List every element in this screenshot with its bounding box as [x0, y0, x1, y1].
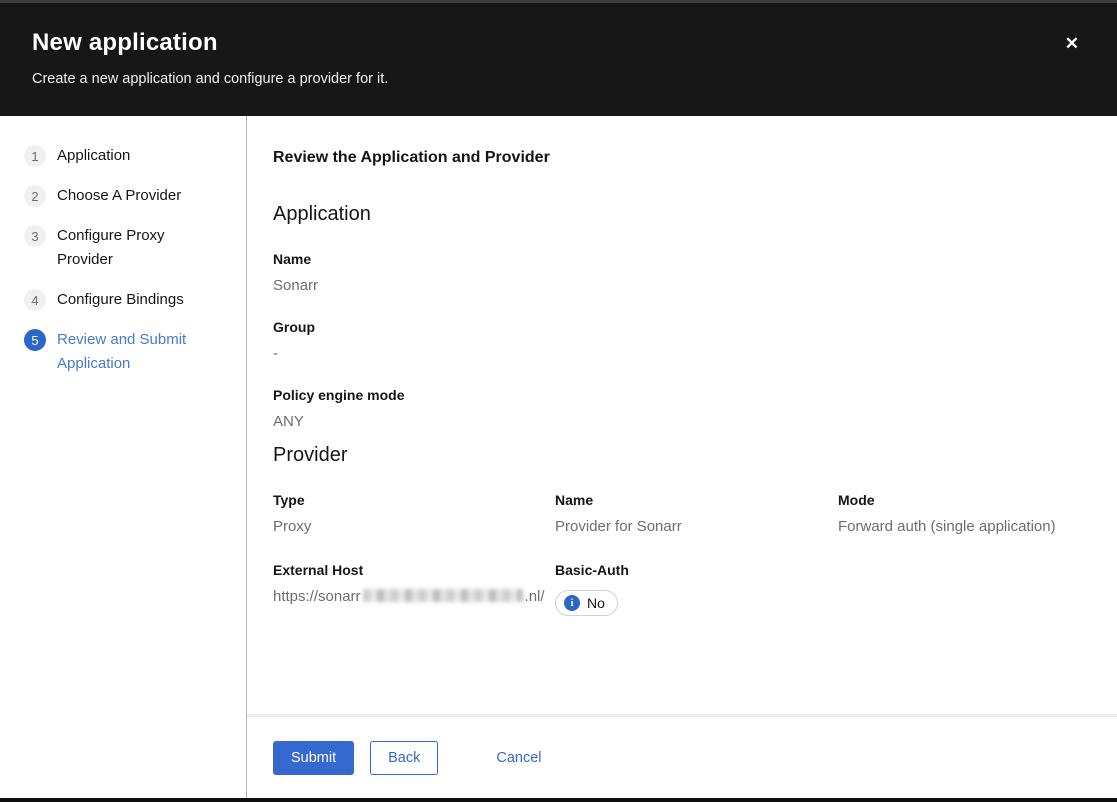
field-value: Provider for Sonarr: [555, 518, 838, 535]
submit-button[interactable]: Submit: [273, 741, 354, 775]
modal-bottom-edge: [0, 798, 1117, 802]
info-icon: i: [564, 595, 580, 611]
field-value: ANY: [273, 413, 1087, 430]
field-external-host: External Host https://sonarr .nl/: [273, 562, 555, 616]
field-label: External Host: [273, 562, 555, 578]
field-label: Name: [273, 251, 1087, 267]
field-application-name: Name Sonarr: [273, 251, 1087, 294]
basic-auth-status-badge: i No: [555, 590, 618, 616]
step-number-badge: 3: [24, 225, 46, 247]
step-label: Application: [57, 144, 130, 168]
back-button[interactable]: Back: [370, 741, 438, 775]
field-basic-auth: Basic-Auth i No: [555, 562, 838, 616]
step-number-badge: 2: [24, 185, 46, 207]
field-label: Group: [273, 319, 1087, 335]
provider-fields-grid: Type Proxy Name Provider for Sonarr Mode…: [273, 492, 1087, 616]
badge-text: No: [587, 595, 605, 611]
cancel-button[interactable]: Cancel: [486, 742, 551, 774]
external-host-suffix: .nl/: [525, 588, 545, 605]
step-configure-bindings[interactable]: 4 Configure Bindings: [24, 288, 228, 312]
field-application-group: Group -: [273, 319, 1087, 362]
modal-header: New application Create a new application…: [0, 3, 1117, 116]
modal-body: 1 Application 2 Choose A Provider 3 Conf…: [0, 116, 1117, 798]
step-label: Choose A Provider: [57, 184, 181, 208]
step-number-badge: 5: [24, 329, 46, 351]
grid-spacer: [838, 562, 1087, 616]
wizard-steps-sidebar: 1 Application 2 Choose A Provider 3 Conf…: [0, 116, 247, 798]
step-configure-proxy-provider[interactable]: 3 Configure Proxy Provider: [24, 224, 228, 272]
content-column: Review the Application and Provider Appl…: [247, 116, 1117, 798]
field-provider-name: Name Provider for Sonarr: [555, 492, 838, 535]
step-number-badge: 4: [24, 289, 46, 311]
new-application-modal: New application Create a new application…: [0, 0, 1117, 802]
modal-subtitle: Create a new application and configure a…: [32, 71, 1085, 87]
field-label: Mode: [838, 492, 1087, 508]
external-host-value: https://sonarr .nl/: [273, 588, 555, 605]
step-label: Review and Submit Application: [57, 328, 199, 376]
close-icon[interactable]: ✕: [1063, 33, 1081, 54]
field-value: Forward auth (single application): [838, 518, 1087, 535]
review-panel: Review the Application and Provider Appl…: [247, 116, 1117, 714]
step-choose-a-provider[interactable]: 2 Choose A Provider: [24, 184, 228, 208]
field-value: Sonarr: [273, 277, 1087, 294]
modal-title: New application: [32, 29, 1085, 57]
step-review-and-submit[interactable]: 5 Review and Submit Application: [24, 328, 228, 376]
field-provider-type: Type Proxy: [273, 492, 555, 535]
provider-section-title: Provider: [273, 444, 1087, 467]
step-label: Configure Bindings: [57, 288, 184, 312]
field-label: Name: [555, 492, 838, 508]
wizard-steps-list: 1 Application 2 Choose A Provider 3 Conf…: [24, 144, 228, 376]
step-label: Configure Proxy Provider: [57, 224, 199, 272]
application-section-title: Application: [273, 203, 1087, 226]
review-heading: Review the Application and Provider: [273, 149, 1087, 167]
external-host-prefix: https://sonarr: [273, 588, 361, 605]
redacted-hostname: [363, 589, 523, 602]
field-value: Proxy: [273, 518, 555, 535]
field-label: Type: [273, 492, 555, 508]
field-policy-engine-mode: Policy engine mode ANY: [273, 387, 1087, 430]
field-label: Basic-Auth: [555, 562, 838, 578]
step-application[interactable]: 1 Application: [24, 144, 228, 168]
step-number-badge: 1: [24, 145, 46, 167]
modal-footer: Submit Back Cancel: [247, 714, 1117, 798]
field-label: Policy engine mode: [273, 387, 1087, 403]
field-value: -: [273, 345, 1087, 362]
field-provider-mode: Mode Forward auth (single application): [838, 492, 1087, 535]
